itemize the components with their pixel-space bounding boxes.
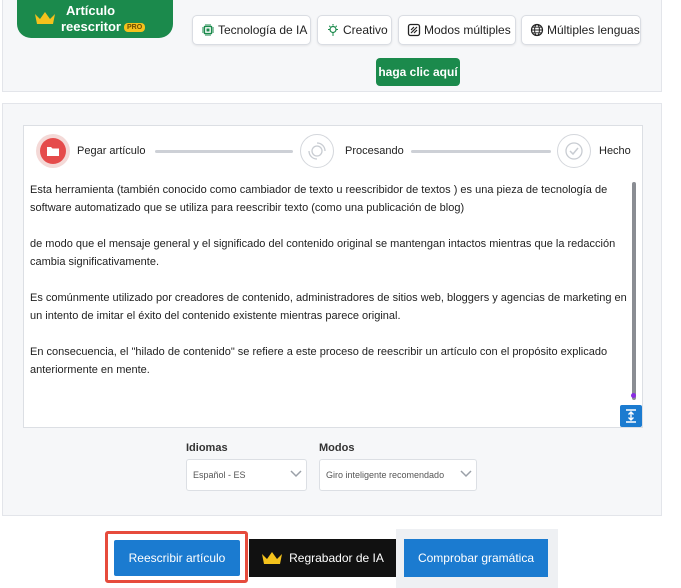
step-done-label: Hecho <box>599 145 631 157</box>
crown-icon <box>34 10 56 31</box>
chevron-down-icon <box>460 470 472 478</box>
tool-badge: Artículo reescritor PRO <box>17 0 173 38</box>
badge-title-line1: Artículo <box>66 3 116 18</box>
article-editor: Pegar artículo Procesando Hecho Esta her… <box>23 125 643 428</box>
progress-bar-2 <box>411 150 551 153</box>
mode-select-value: Giro inteligente recomendado <box>326 470 445 480</box>
rewriter-panel: Pegar artículo Procesando Hecho Esta her… <box>2 103 662 516</box>
ai-rewriter-label: Regrabador de IA <box>289 551 384 565</box>
ai-rewriter-button[interactable]: Regrabador de IA <box>249 539 396 577</box>
editor-scrollbar[interactable] <box>632 182 636 400</box>
step-processing <box>300 134 334 168</box>
step-done <box>557 134 591 168</box>
chip-icon <box>202 24 214 36</box>
resize-icon <box>626 409 636 423</box>
lightbulb-icon <box>328 24 338 36</box>
step-paste-label: Pegar artículo <box>77 145 146 157</box>
chip-ai-technology[interactable]: Tecnología de IA <box>192 15 311 45</box>
check-grammar-button[interactable]: Comprobar gramática <box>404 539 548 577</box>
chip-multiple-modes-label: Modos múltiples <box>424 23 511 37</box>
resize-button[interactable] <box>620 405 642 427</box>
crown-icon <box>262 552 283 564</box>
paragraph-4: En consecuencia, el "hilado de contenido… <box>30 346 608 376</box>
chevron-down-icon <box>290 470 302 478</box>
folder-icon <box>40 138 66 164</box>
paragraph-3: Es comúnmente utilizado por creadores de… <box>30 292 627 322</box>
rewrite-button-highlight: Reescribir artículo <box>105 531 248 583</box>
processing-icon <box>308 142 326 160</box>
feature-panel: Artículo reescritor PRO Tecnología de IA … <box>2 0 662 92</box>
chip-multiple-modes[interactable]: Modos múltiples <box>398 15 516 45</box>
step-paste <box>36 134 70 168</box>
rewrite-article-button[interactable]: Reescribir artículo <box>114 540 240 576</box>
paragraph-2: de modo que el mensaje general y el sign… <box>30 238 616 268</box>
chip-creative-label: Creativo <box>343 23 388 37</box>
badge-title-text: reescritor <box>61 19 121 34</box>
paragraph-1: Esta herramienta (también conocido como … <box>30 184 608 214</box>
mode-select[interactable]: Giro inteligente recomendado <box>319 459 477 491</box>
chip-multiple-languages-label: Múltiples lenguas <box>547 23 640 37</box>
chip-ai-technology-label: Tecnología de IA <box>218 23 308 37</box>
modes-icon <box>407 23 421 37</box>
check-icon <box>565 142 583 160</box>
badge-title-line2: reescritor PRO <box>61 19 146 34</box>
pro-badge: PRO <box>123 23 146 32</box>
modes-label: Modos <box>319 442 355 454</box>
progress-bar-1 <box>155 150 293 153</box>
language-select[interactable]: Español - ES <box>186 459 307 491</box>
click-here-button[interactable]: haga clic aquí <box>376 58 460 86</box>
language-select-value: Español - ES <box>193 470 246 480</box>
article-rewriter-app: Artículo reescritor PRO Tecnología de IA … <box>0 0 681 588</box>
globe-icon <box>530 23 544 37</box>
progress-steps: Pegar artículo Procesando Hecho <box>24 126 642 178</box>
grammar-indicator-dot <box>631 393 636 398</box>
languages-label: Idiomas <box>186 442 228 454</box>
chip-multiple-languages[interactable]: Múltiples lenguas <box>521 15 641 45</box>
article-textarea[interactable]: Esta herramienta (también conocido como … <box>30 181 630 405</box>
step-processing-label: Procesando <box>345 145 404 157</box>
chip-creative[interactable]: Creativo <box>317 15 392 45</box>
